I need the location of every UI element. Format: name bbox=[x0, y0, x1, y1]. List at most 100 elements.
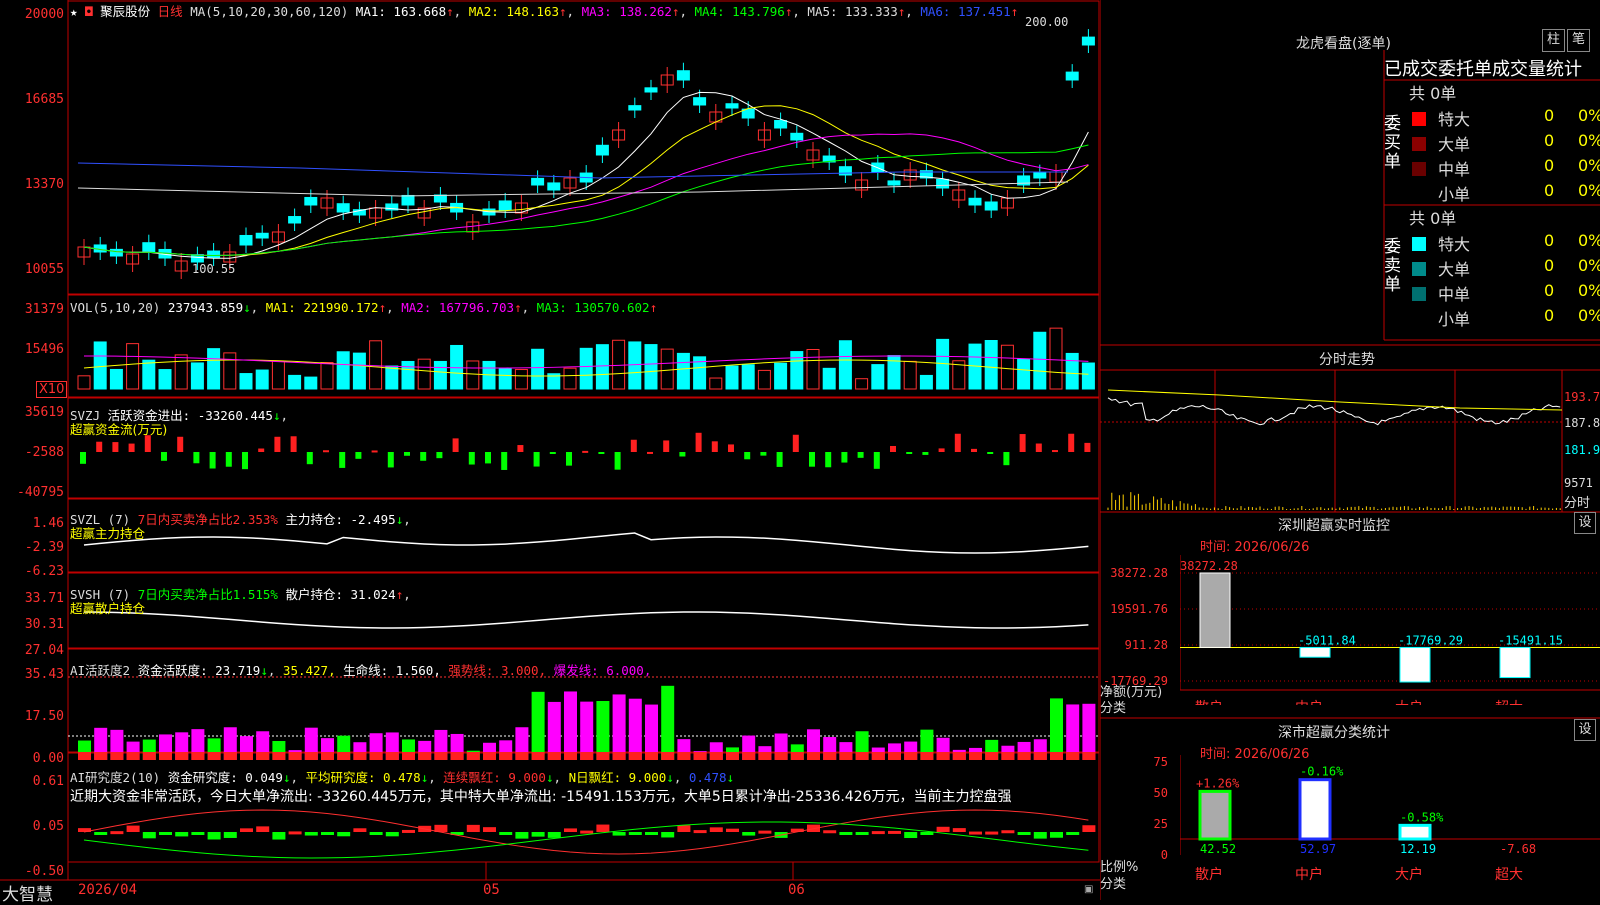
ma5-line bbox=[77, 181, 1069, 197]
order-row: 中单 bbox=[1412, 156, 1470, 180]
svzj-bar bbox=[112, 442, 119, 452]
svzj-bar bbox=[938, 448, 945, 452]
date-label-1: 2026/04 bbox=[78, 882, 138, 898]
volume-bar bbox=[757, 369, 771, 390]
sz-class-axis-1: 75 bbox=[1153, 755, 1168, 769]
ma1-value: MA1: 163.668 bbox=[355, 4, 447, 19]
ai-research-bar bbox=[353, 828, 367, 832]
sz-class-chart: +1.26% 42.52 散户 -0.16% 52.97 中户 -0.58% 12.19 大户 -… bbox=[1180, 755, 1600, 883]
volume-bar bbox=[871, 364, 885, 390]
volume-bar bbox=[433, 360, 447, 390]
ai-activity-base bbox=[191, 752, 205, 760]
svzj-bar bbox=[1003, 452, 1010, 466]
ai-activity-base bbox=[142, 752, 156, 760]
volume-bar bbox=[1017, 358, 1031, 390]
svzj-bar bbox=[485, 452, 491, 464]
svzj-bar bbox=[274, 436, 281, 452]
volume-bar bbox=[1049, 327, 1063, 390]
order-count: 0 bbox=[1544, 256, 1555, 275]
vol-multiplier[interactable]: X10 bbox=[36, 381, 68, 398]
svzj-bar bbox=[857, 452, 864, 458]
ai-research-bar bbox=[304, 832, 318, 836]
brand-label: 大智慧 bbox=[2, 885, 53, 905]
ai-research-bar bbox=[596, 824, 610, 832]
ai-research-bar bbox=[628, 832, 642, 835]
volume-bar bbox=[774, 362, 788, 390]
volume-bar bbox=[126, 343, 140, 390]
buy-total: 共 0单 bbox=[1409, 84, 1457, 103]
sz-monitor-settings-button[interactable]: 设 bbox=[1574, 512, 1596, 534]
ai-research-bar bbox=[175, 832, 189, 837]
ma-label: MA(5,10,20,30,60,120) bbox=[190, 4, 349, 19]
sc-bar bbox=[1398, 823, 1432, 841]
order-pct: 0% bbox=[1578, 256, 1600, 275]
candle bbox=[255, 232, 269, 239]
ai-activity-base bbox=[531, 752, 545, 760]
ai-research-bar bbox=[888, 830, 901, 834]
volume-bar bbox=[93, 341, 107, 390]
svzj-bar bbox=[452, 438, 459, 452]
svsh-line bbox=[83, 611, 1089, 629]
ai-activity-base bbox=[823, 752, 837, 760]
ai-activity-bar bbox=[612, 694, 626, 760]
volume-bar bbox=[1065, 352, 1079, 390]
stock-name[interactable]: 聚辰股份 bbox=[100, 4, 150, 19]
sz-monitor-chart: 38272.28 散户 -5011.84 中户 -17769.29 大户 -15491.15… bbox=[1180, 555, 1600, 705]
sz-class-settings-button[interactable]: 设 bbox=[1574, 719, 1596, 741]
svzj-bar bbox=[225, 452, 232, 467]
sz-monitor-title: 深圳超赢实时监控 bbox=[1278, 518, 1390, 534]
svzj-bar bbox=[695, 432, 702, 452]
ai1-axis-1: 35.43 bbox=[24, 667, 64, 682]
svzj-bar bbox=[371, 450, 378, 453]
ai-activity-base bbox=[693, 752, 707, 760]
volume-bar bbox=[563, 367, 577, 390]
ai-activity-base bbox=[628, 752, 642, 760]
ai-research-bar bbox=[207, 832, 221, 840]
volume-bar bbox=[644, 344, 658, 390]
volume-bar bbox=[612, 339, 626, 390]
tick-mode-button[interactable]: 笔 bbox=[1567, 29, 1590, 52]
bar-mode-button[interactable]: 柱 bbox=[1542, 29, 1565, 52]
lock-icon[interactable]: ▣ bbox=[1084, 884, 1093, 895]
ai-activity-base bbox=[483, 752, 496, 760]
candle bbox=[288, 216, 302, 224]
order-count: 0 bbox=[1544, 181, 1555, 200]
svzj-bar bbox=[809, 452, 815, 467]
candle bbox=[1081, 36, 1095, 46]
svzj-bar bbox=[80, 452, 86, 464]
svzj-bar bbox=[306, 452, 313, 465]
svzj-bar bbox=[1035, 443, 1042, 452]
sz-bar bbox=[1499, 646, 1531, 679]
candle bbox=[142, 242, 156, 253]
volume-bar bbox=[288, 374, 302, 390]
main-chart-area[interactable] bbox=[0, 0, 1100, 900]
ai-research-bar bbox=[1017, 832, 1031, 835]
ai-activity-base bbox=[418, 752, 432, 760]
intraday-vol: 9571 bbox=[1564, 476, 1593, 490]
price-header: ★ ◘ 聚辰股份 日线 MA(5,10,20,30,60,120) MA1: 1… bbox=[70, 4, 1019, 19]
svzj-bar bbox=[290, 436, 297, 452]
candle bbox=[790, 132, 804, 141]
ai-activity-base bbox=[1033, 752, 1047, 760]
volume-bar bbox=[158, 369, 172, 390]
candle bbox=[887, 180, 901, 186]
intraday-price-1: 193.7 bbox=[1564, 390, 1600, 404]
sc-value-label: -7.68 bbox=[1500, 842, 1536, 856]
ai-research-bar bbox=[240, 828, 253, 832]
candle bbox=[838, 166, 852, 176]
sz-bar bbox=[1399, 646, 1431, 683]
svzj-bar bbox=[96, 441, 103, 452]
volume-bar bbox=[255, 369, 269, 390]
ai-activity-base bbox=[612, 752, 626, 760]
svsh-curve bbox=[83, 611, 1089, 629]
sc-category: 中户 bbox=[1295, 866, 1323, 883]
volume-bar bbox=[190, 362, 204, 390]
volume-bar bbox=[595, 344, 609, 390]
order-row: 大单 bbox=[1412, 131, 1470, 155]
candle bbox=[936, 178, 950, 189]
svzj-bar bbox=[517, 445, 524, 452]
candle bbox=[693, 97, 707, 106]
ai-research-bar bbox=[677, 825, 691, 832]
svsh-axis-1: 33.71 bbox=[24, 591, 64, 606]
period-label[interactable]: 日线 bbox=[158, 4, 183, 19]
